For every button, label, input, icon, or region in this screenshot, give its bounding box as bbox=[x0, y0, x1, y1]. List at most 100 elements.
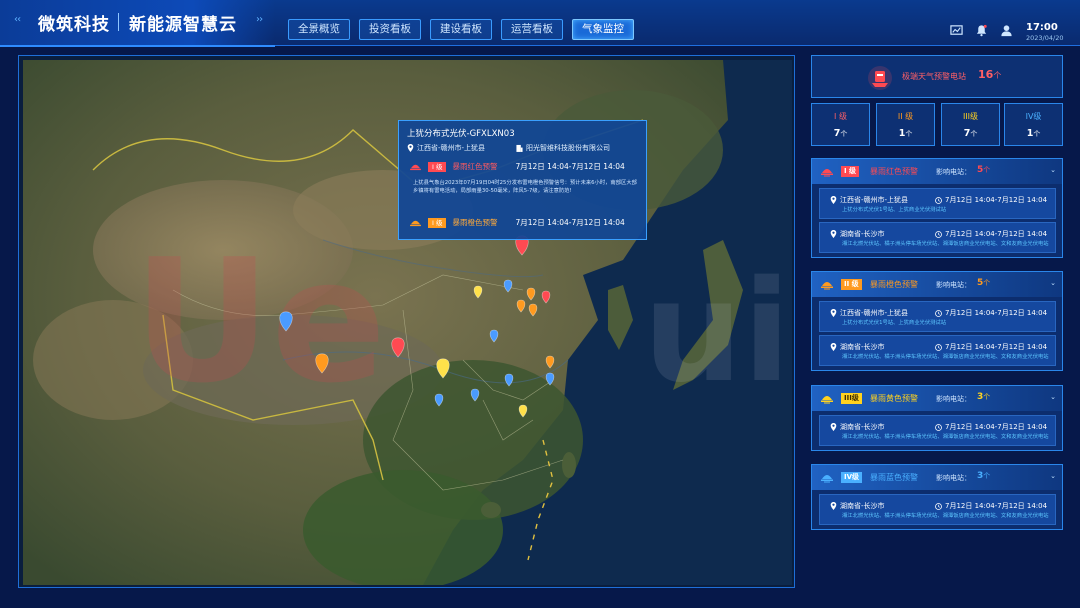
bell-icon[interactable] bbox=[975, 24, 988, 37]
station-description: 湘江北燃光伏站、橘子洲头停车场光伏站、湘潭饭店商业光伏电站、文和友商业光伏电站 bbox=[842, 434, 1049, 440]
level-card-count: 7个 bbox=[833, 128, 848, 139]
clock-icon bbox=[935, 309, 942, 317]
chevron-left-icon: ‹ ‹ bbox=[14, 14, 21, 25]
chevron-down-icon[interactable]: ⌄ bbox=[1050, 472, 1056, 480]
location-pin-icon bbox=[830, 343, 837, 351]
monitor-chart-icon[interactable] bbox=[950, 24, 963, 37]
popup-org: 阳光智维科技股份有限公司 bbox=[516, 143, 610, 153]
station-description: 湘江北燃光伏站、橘子洲头停车场光伏站、湘潭饭店商业光伏电站、文和友商业光伏电站 bbox=[842, 513, 1049, 519]
level-card[interactable]: I 级 7个 bbox=[811, 103, 870, 146]
station-location-text: 湖南省-长沙市 bbox=[840, 230, 885, 238]
nav-overview[interactable]: 全景概览 bbox=[288, 19, 350, 40]
popup-warning-orange: I 级 暴雨橙色预警 7月12日 14:04-7月12日 14:04 bbox=[409, 217, 625, 228]
impact-label: 影响电站： bbox=[936, 281, 971, 289]
rain-warning-icon bbox=[821, 475, 833, 483]
popup-warning-time: 7月12日 14:04-7月12日 14:04 bbox=[515, 218, 625, 227]
popup-location: 江西省-赣州市-上犹县 bbox=[407, 143, 485, 153]
station-description: 上犹分布式光伏1号站、上犹商业光伏测试站 bbox=[842, 320, 947, 326]
clock-date: 2023/04/20 bbox=[1026, 34, 1064, 42]
station-item[interactable]: 湖南省-长沙市 7月12日 14:04-7月12日 14:04 湘江北燃光伏站、橘子… bbox=[819, 494, 1056, 525]
rain-warning-icon bbox=[410, 164, 421, 171]
warning-level-badge: II 级 bbox=[841, 279, 862, 290]
chevron-down-icon[interactable]: ⌄ bbox=[1050, 393, 1056, 401]
level-card[interactable]: III级 7个 bbox=[941, 103, 1000, 146]
level-card-label: III级 bbox=[962, 112, 979, 121]
station-item[interactable]: 湖南省-长沙市 7月12日 14:04-7月12日 14:04 湘江北燃光伏站、橘子… bbox=[819, 415, 1056, 446]
clock-icon bbox=[935, 502, 942, 510]
location-pin-icon bbox=[830, 423, 837, 431]
station-location-text: 湖南省-长沙市 bbox=[840, 423, 885, 431]
level-card[interactable]: II 级 1个 bbox=[876, 103, 935, 146]
chevron-down-icon[interactable]: ⌄ bbox=[1050, 166, 1056, 174]
rain-warning-icon bbox=[821, 282, 833, 290]
station-time-text: 7月12日 14:04-7月12日 14:04 bbox=[945, 196, 1048, 204]
station-time-text: 7月12日 14:04-7月12日 14:04 bbox=[945, 502, 1048, 510]
popup-warning-red: I 级 暴雨红色预警 7月12日 14:04-7月12日 14:04 bbox=[409, 161, 625, 172]
clock-time: 17:00 bbox=[1026, 22, 1058, 33]
impact-label: 影响电站： bbox=[936, 395, 971, 403]
rain-warning-icon bbox=[410, 220, 421, 227]
popup-warning-name: 暴雨红色预警 bbox=[452, 162, 498, 171]
popup-title: 上犹分布式光伏-GFXLXN03 bbox=[407, 129, 515, 139]
user-icon[interactable] bbox=[1000, 24, 1013, 37]
station-item[interactable]: 江西省-赣州市-上犹县 7月12日 14:04-7月12日 14:04 上犹分布式光… bbox=[819, 301, 1056, 332]
warning-section: III级 暴雨黄色预警 影响电站： 3个 ⌄ 湖南省-长沙市 7月12日 14:04-7月1… bbox=[811, 385, 1063, 451]
header-icons bbox=[950, 24, 1013, 37]
level-card-count: 1个 bbox=[898, 128, 913, 139]
station-location-text: 江西省-赣州市-上犹县 bbox=[840, 196, 909, 204]
popup-level-badge: I 级 bbox=[428, 217, 447, 228]
impact-count: 3个 bbox=[977, 471, 991, 481]
nav-operation[interactable]: 运营看板 bbox=[501, 19, 563, 40]
chevron-right-icon: › › bbox=[256, 14, 263, 25]
station-location: 湖南省-长沙市 bbox=[830, 422, 885, 432]
warning-section-header[interactable]: IV级 暴雨蓝色预警 影响电站： 3个 ⌄ bbox=[812, 465, 1062, 490]
header-accent-line bbox=[0, 45, 275, 47]
level-card[interactable]: IV级 1个 bbox=[1004, 103, 1063, 146]
popup-org-text: 阳光智维科技股份有限公司 bbox=[526, 144, 610, 152]
main-nav: 全景概览 投资看板 建设看板 运营看板 气象监控 bbox=[288, 19, 634, 40]
warning-section-header[interactable]: III级 暴雨黄色预警 影响电站： 3个 ⌄ bbox=[812, 386, 1062, 411]
rain-warning-icon bbox=[821, 169, 833, 177]
station-location: 湖南省-长沙市 bbox=[830, 229, 885, 239]
station-item[interactable]: 湖南省-长沙市 7月12日 14:04-7月12日 14:04 湘江北燃光伏站、橘子… bbox=[819, 335, 1056, 366]
svg-text:Ue: Ue bbox=[133, 223, 386, 421]
location-pin-icon bbox=[830, 196, 837, 204]
station-location-text: 江西省-赣州市-上犹县 bbox=[840, 309, 909, 317]
station-time-text: 7月12日 14:04-7月12日 14:04 bbox=[945, 230, 1048, 238]
summary-count: 16个 bbox=[978, 68, 1002, 81]
impact-label: 影响电站： bbox=[936, 474, 971, 482]
station-time: 7月12日 14:04-7月12日 14:04 bbox=[935, 342, 1047, 352]
popup-description: 上犹县气象台2023年07月19日04时25分发布雷电橙色预警信号：预计未来6小… bbox=[413, 180, 637, 194]
popup-warning-time: 7月12日 14:04-7月12日 14:04 bbox=[515, 162, 625, 171]
station-time: 7月12日 14:04-7月12日 14:04 bbox=[935, 195, 1047, 205]
location-pin-icon bbox=[830, 309, 837, 317]
nav-construction[interactable]: 建设看板 bbox=[430, 19, 492, 40]
svg-text:ui: ui bbox=[643, 251, 791, 414]
station-description: 湘江北燃光伏站、橘子洲头停车场光伏站、湘潭饭店商业光伏电站、文和友商业光伏电站 bbox=[842, 241, 1049, 247]
clock-icon bbox=[935, 196, 942, 204]
station-item[interactable]: 江西省-赣州市-上犹县 7月12日 14:04-7月12日 14:04 上犹分布式光… bbox=[819, 188, 1056, 219]
popup-warning-name: 暴雨橙色预警 bbox=[452, 218, 498, 227]
station-item[interactable]: 湖南省-长沙市 7月12日 14:04-7月12日 14:04 湘江北燃光伏站、橘子… bbox=[819, 222, 1056, 253]
warning-section-header[interactable]: II 级暴雨橙色预警 影响电站： 5个 ⌄ bbox=[812, 272, 1062, 297]
station-location: 湖南省-长沙市 bbox=[830, 501, 885, 511]
summary-label: 极端天气预警电站 bbox=[902, 72, 966, 81]
rain-warning-icon bbox=[821, 396, 833, 404]
warning-title: 暴雨黄色预警 bbox=[870, 394, 918, 403]
station-time: 7月12日 14:04-7月12日 14:04 bbox=[935, 422, 1047, 432]
station-location-text: 湖南省-长沙市 bbox=[840, 502, 885, 510]
warning-section: II 级暴雨橙色预警 影响电站： 5个 ⌄ 江西省-赣州市-上犹县 7月12日 14:04… bbox=[811, 271, 1063, 371]
building-icon bbox=[516, 144, 523, 152]
popup-level-badge: I 级 bbox=[428, 161, 447, 172]
chevron-down-icon[interactable]: ⌄ bbox=[1050, 279, 1056, 287]
clock-icon bbox=[935, 423, 942, 431]
warning-section-header[interactable]: I 级 暴雨红色预警 影响电站： 5个 ⌄ bbox=[812, 159, 1062, 184]
station-time-text: 7月12日 14:04-7月12日 14:04 bbox=[945, 309, 1048, 317]
nav-weather[interactable]: 气象监控 bbox=[572, 19, 634, 40]
level-card-label: I 级 bbox=[834, 112, 847, 121]
app-title: 新能源智慧云 bbox=[129, 15, 237, 35]
station-time: 7月12日 14:04-7月12日 14:04 bbox=[935, 308, 1047, 318]
nav-investment[interactable]: 投资看板 bbox=[359, 19, 421, 40]
station-location: 江西省-赣州市-上犹县 bbox=[830, 308, 908, 318]
warning-level-badge: III级 bbox=[841, 393, 862, 404]
